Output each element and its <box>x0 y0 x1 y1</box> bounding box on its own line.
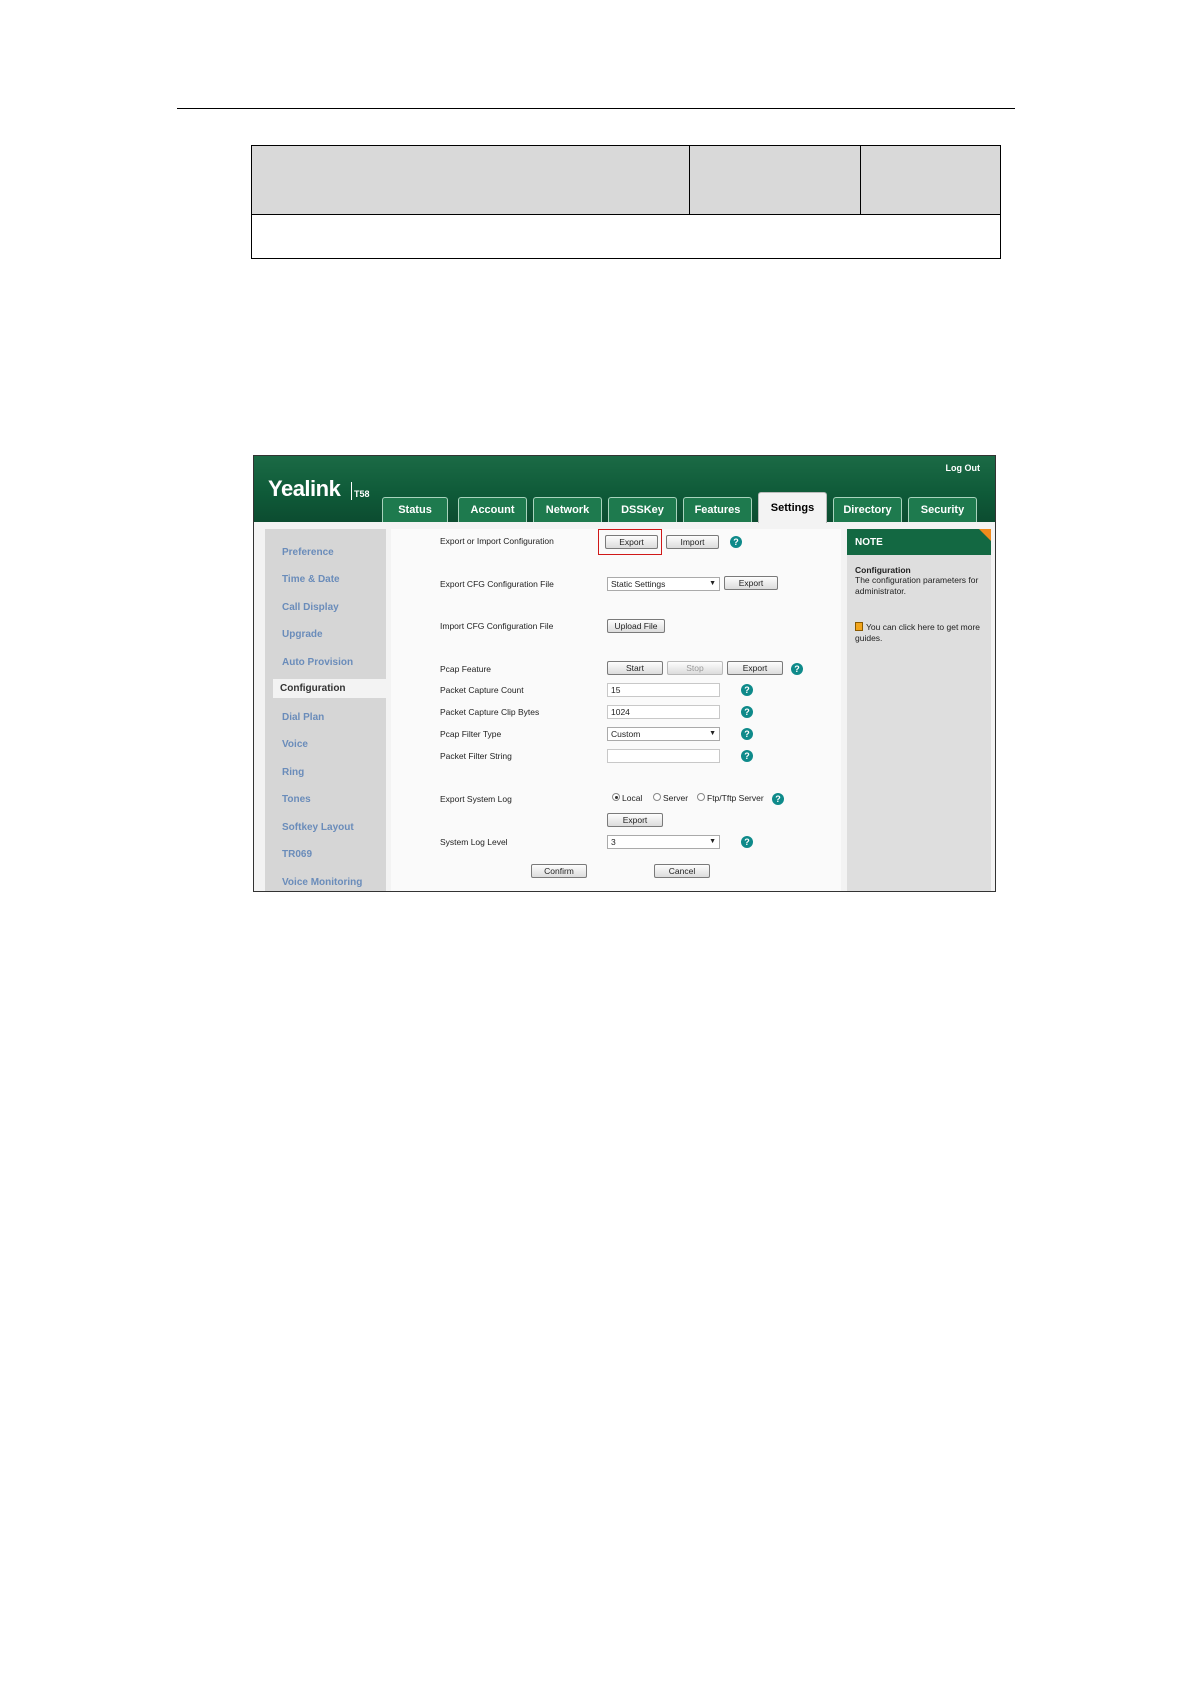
yealink-logo: Yealink <box>268 476 341 501</box>
tab-security[interactable]: Security <box>908 497 977 522</box>
chevron-down-icon: ▼ <box>709 580 716 587</box>
note-guide-link[interactable]: You can click here to get more guides. <box>855 622 985 644</box>
sidebar-item-upgrade[interactable]: Upgrade <box>282 629 323 640</box>
help-icon[interactable]: ? <box>741 684 753 696</box>
sidebar-item-dial-plan[interactable]: Dial Plan <box>282 712 324 723</box>
logout-link[interactable]: Log Out <box>946 463 981 473</box>
syslog-server-radio[interactable] <box>653 793 661 801</box>
export-cfg-select-value: Static Settings <box>611 579 666 589</box>
help-icon[interactable]: ? <box>730 536 742 548</box>
syslog-local-radio[interactable] <box>612 793 620 801</box>
help-icon[interactable]: ? <box>741 706 753 718</box>
confirm-button[interactable]: Confirm <box>531 864 587 878</box>
syslog-server-label: Server <box>663 793 689 803</box>
sidebar-item-time-date[interactable]: Time & Date <box>282 574 340 585</box>
note-guide-text: You can click here to get more guides. <box>855 622 981 643</box>
sidebar-item-ring[interactable]: Ring <box>282 767 304 778</box>
log-level-label: System Log Level <box>440 837 508 847</box>
export-config-button[interactable]: Export <box>605 535 658 549</box>
sidebar-item-auto-provision[interactable]: Auto Provision <box>282 657 353 668</box>
log-level-select[interactable]: 3 ▼ <box>607 835 720 849</box>
sidebar-item-preference[interactable]: Preference <box>282 547 334 558</box>
pcap-stop-button[interactable]: Stop <box>667 661 723 675</box>
tab-dsskey[interactable]: DSSKey <box>608 497 677 522</box>
syslog-ftp-label: Ftp/Tftp Server <box>707 793 764 803</box>
sidebar-item-tones[interactable]: Tones <box>282 794 311 805</box>
sidebar-item-configuration[interactable]: Configuration <box>273 679 397 698</box>
sidebar-item-call-display[interactable]: Call Display <box>282 602 339 613</box>
tab-features[interactable]: Features <box>683 497 752 522</box>
help-icon[interactable]: ? <box>772 793 784 805</box>
note-title: Configuration <box>855 565 911 575</box>
filter-type-value: Custom <box>611 729 641 739</box>
help-icon[interactable]: ? <box>741 728 753 740</box>
export-cfg-button[interactable]: Export <box>724 576 778 590</box>
tab-status[interactable]: Status <box>382 497 448 522</box>
table-header-row <box>251 145 1001 215</box>
book-icon <box>855 622 863 631</box>
note-corner-flag <box>979 529 991 541</box>
clip-bytes-input[interactable]: 1024 <box>607 705 720 719</box>
pcap-start-button[interactable]: Start <box>607 661 663 675</box>
import-cfg-label: Import CFG Configuration File <box>440 621 554 631</box>
sidebar: Preference Time & Date Call Display Upgr… <box>265 529 397 891</box>
web-ui-screenshot: Log Out Yealink T58 Status Account Netwo… <box>253 455 996 892</box>
export-cfg-label: Export CFG Configuration File <box>440 579 554 589</box>
pcap-feature-label: Pcap Feature <box>440 664 492 674</box>
help-icon[interactable]: ? <box>741 836 753 848</box>
chevron-down-icon: ▼ <box>709 730 716 737</box>
syslog-ftp-radio[interactable] <box>697 793 705 801</box>
chevron-down-icon: ▼ <box>709 838 716 845</box>
table-header-cell <box>689 145 861 215</box>
syslog-export-button[interactable]: Export <box>607 813 663 827</box>
sidebar-item-voice[interactable]: Voice <box>282 739 308 750</box>
tab-network[interactable]: Network <box>533 497 602 522</box>
upload-file-button[interactable]: Upload File <box>607 619 665 633</box>
note-text: The configuration parameters for adminis… <box>855 575 979 596</box>
help-icon[interactable]: ? <box>741 750 753 762</box>
filter-string-label: Packet Filter String <box>440 751 512 761</box>
logo-separator <box>351 482 352 500</box>
sidebar-item-voice-monitoring[interactable]: Voice Monitoring <box>282 877 362 888</box>
table-header-cell <box>251 145 690 215</box>
pcap-export-button[interactable]: Export <box>727 661 783 675</box>
export-import-label: Export or Import Configuration <box>440 536 554 546</box>
note-header: NOTE <box>847 529 991 555</box>
note-panel: NOTE Configuration The configuration par… <box>847 529 991 891</box>
doc-table <box>251 145 1001 259</box>
clip-bytes-label: Packet Capture Clip Bytes <box>440 707 540 717</box>
model-label: T58 <box>354 489 370 499</box>
top-bar: Log Out Yealink T58 Status Account Netwo… <box>254 456 995 523</box>
table-row <box>251 214 1001 259</box>
tab-account[interactable]: Account <box>458 497 527 522</box>
export-cfg-select[interactable]: Static Settings ▼ <box>607 577 720 591</box>
table-header-cell <box>860 145 1001 215</box>
syslog-local-label: Local <box>622 793 643 803</box>
packet-count-label: Packet Capture Count <box>440 685 524 695</box>
filter-type-label: Pcap Filter Type <box>440 729 502 739</box>
log-level-value: 3 <box>611 837 616 847</box>
tab-directory[interactable]: Directory <box>833 497 902 522</box>
tab-settings[interactable]: Settings <box>758 492 827 523</box>
sidebar-item-softkey-layout[interactable]: Softkey Layout <box>282 822 354 833</box>
import-config-button[interactable]: Import <box>666 535 719 549</box>
page-header-rule <box>177 108 1015 109</box>
sidebar-item-tr069[interactable]: TR069 <box>282 849 312 860</box>
filter-type-select[interactable]: Custom ▼ <box>607 727 720 741</box>
export-syslog-label: Export System Log <box>440 794 512 804</box>
settings-content: Export or Import Configuration Export Im… <box>391 529 841 891</box>
packet-count-input[interactable]: 15 <box>607 683 720 697</box>
cancel-button[interactable]: Cancel <box>654 864 710 878</box>
help-icon[interactable]: ? <box>791 663 803 675</box>
filter-string-input[interactable] <box>607 749 720 763</box>
table-cell <box>251 214 1001 259</box>
